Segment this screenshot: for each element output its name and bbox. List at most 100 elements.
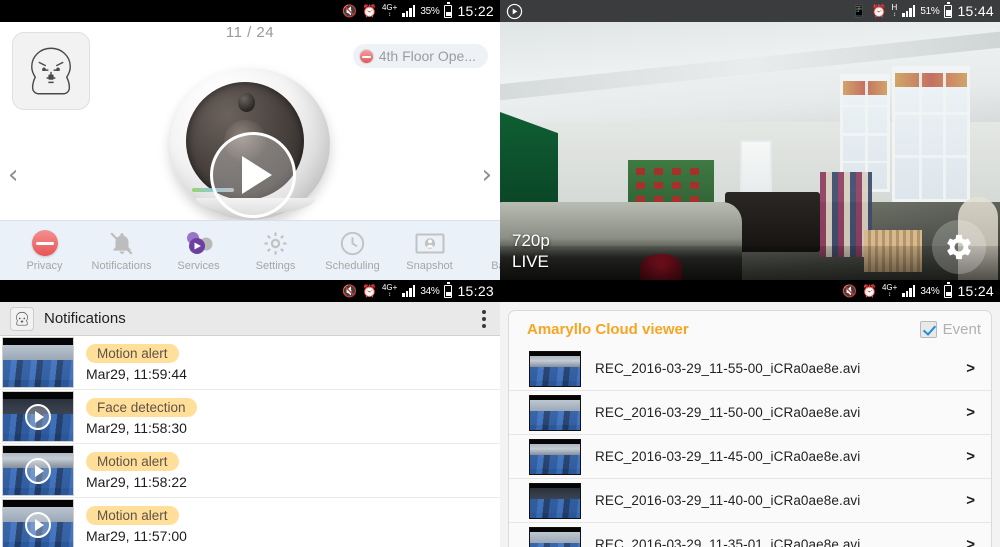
event-filter[interactable]: Event bbox=[919, 320, 981, 338]
cloud-viewer-header: Amaryllo Cloud viewer Event bbox=[509, 311, 991, 347]
chevron-right-icon[interactable]: > bbox=[966, 492, 975, 509]
notification-thumbnail[interactable] bbox=[2, 445, 74, 496]
page-title: Notifications bbox=[44, 310, 126, 327]
play-icon[interactable] bbox=[25, 457, 51, 484]
notification-thumbnail[interactable] bbox=[2, 337, 74, 388]
battery-percent: 34% bbox=[420, 285, 440, 297]
notification-meta: Face detection Mar29, 11:58:30 bbox=[74, 397, 492, 436]
recording-filename: REC_2016-03-29_11-35-01_iCRa0ae8e.avi bbox=[595, 537, 861, 547]
toolbar-item-privacy[interactable]: Privacy bbox=[6, 229, 83, 272]
services-icon bbox=[184, 229, 214, 257]
room-chip[interactable]: 4th Floor Ope... bbox=[352, 44, 488, 68]
recording-thumbnail[interactable] bbox=[529, 350, 581, 387]
video-quality-overlay[interactable]: 720p LIVE bbox=[512, 230, 550, 272]
notification-timestamp: Mar29, 11:58:30 bbox=[86, 419, 187, 436]
toolbar-item-notifications[interactable]: Notifications bbox=[83, 229, 160, 272]
room-chip-label: 4th Floor Ope... bbox=[378, 48, 476, 64]
signal-icon bbox=[402, 285, 416, 297]
recording-filename: REC_2016-03-29_11-45-00_iCRa0ae8e.avi bbox=[595, 449, 861, 464]
battery-icon bbox=[944, 2, 953, 18]
mute-icon: 🔇 bbox=[842, 284, 858, 298]
notification-row[interactable]: Motion alert Mar29, 11:57:00 bbox=[0, 498, 500, 547]
mute-icon: 🔇 bbox=[342, 4, 358, 18]
recording-filename: REC_2016-03-29_11-40-00_iCRa0ae8e.avi bbox=[595, 493, 861, 508]
amaryllo-logo bbox=[12, 32, 90, 110]
toolbar-item-background[interactable]: Backg bbox=[468, 229, 500, 272]
play-icon[interactable] bbox=[25, 511, 51, 538]
clock-icon bbox=[339, 229, 366, 257]
notification-row[interactable]: Motion alert Mar29, 11:59:44 bbox=[0, 336, 500, 390]
privacy-icon bbox=[31, 229, 58, 257]
battery-percent: 35% bbox=[420, 5, 440, 17]
toolbar-item-snapshot[interactable]: Snapshot bbox=[391, 229, 468, 272]
chevron-right-icon[interactable]: > bbox=[966, 536, 975, 547]
gear-icon bbox=[262, 229, 289, 257]
notification-row[interactable]: Face detection Mar29, 11:58:30 bbox=[0, 390, 500, 444]
battery-icon bbox=[944, 282, 953, 298]
live-view-panel: 📱 ⏰ H ↕ 51% 15:44 720p LIVE bbox=[500, 0, 1000, 280]
toolbar-label: Settings bbox=[255, 260, 296, 272]
video-bottom-shade bbox=[500, 246, 1000, 280]
camera-toolbar: Privacy Notifications Services Settings … bbox=[0, 220, 500, 280]
notification-type-badge: Motion alert bbox=[86, 505, 179, 525]
recording-row[interactable]: REC_2016-03-29_11-50-00_iCRa0ae8e.avi > bbox=[509, 391, 991, 435]
clock-label: 15:23 bbox=[457, 283, 494, 299]
notification-type-badge: Motion alert bbox=[86, 343, 179, 363]
toolbar-item-scheduling[interactable]: Scheduling bbox=[314, 229, 391, 272]
sim-icon: 📱 bbox=[851, 4, 867, 18]
battery-percent: 34% bbox=[920, 285, 940, 297]
notification-row[interactable]: Motion alert Mar29, 11:58:22 bbox=[0, 444, 500, 498]
video-mode-label: LIVE bbox=[512, 252, 549, 271]
screenshot-grid: 🔇 ⏰ 4G+ ↕ 35% 15:22 11 / 24 4th Floor Op… bbox=[0, 0, 1000, 547]
alarm-icon: ⏰ bbox=[871, 4, 887, 18]
page-title: Amaryllo Cloud viewer bbox=[527, 320, 689, 338]
chevron-right-icon[interactable]: > bbox=[966, 360, 975, 377]
toolbar-item-settings[interactable]: Settings bbox=[237, 229, 314, 272]
recording-filename: REC_2016-03-29_11-50-00_iCRa0ae8e.avi bbox=[595, 405, 861, 420]
recording-thumbnail[interactable] bbox=[529, 526, 581, 547]
recording-thumbnail[interactable] bbox=[529, 438, 581, 475]
toolbar-label: Snapshot bbox=[406, 260, 453, 272]
status-bar-camera-home: 🔇 ⏰ 4G+ ↕ 35% 15:22 bbox=[0, 0, 500, 22]
camera-device-illustration[interactable] bbox=[164, 68, 336, 236]
notification-type-badge: Face detection bbox=[86, 397, 197, 417]
recording-row[interactable]: REC_2016-03-29_11-45-00_iCRa0ae8e.avi > bbox=[509, 435, 991, 479]
signal-icon bbox=[902, 5, 916, 17]
recording-thumbnail[interactable] bbox=[529, 482, 581, 519]
video-window-right bbox=[892, 66, 970, 202]
overflow-menu-icon[interactable] bbox=[478, 306, 490, 332]
notification-meta: Motion alert Mar29, 11:57:00 bbox=[74, 505, 492, 544]
live-video-stream[interactable]: 720p LIVE bbox=[500, 22, 1000, 280]
prev-camera-arrow[interactable]: ‹ bbox=[8, 162, 18, 188]
notification-thumbnail[interactable] bbox=[2, 499, 74, 547]
camera-home-panel: 🔇 ⏰ 4G+ ↕ 35% 15:22 11 / 24 4th Floor Op… bbox=[0, 0, 500, 280]
notifications-header: Notifications bbox=[0, 302, 500, 336]
gear-icon bbox=[947, 234, 971, 260]
notification-thumbnail[interactable] bbox=[2, 391, 74, 442]
recording-row[interactable]: REC_2016-03-29_11-55-00_iCRa0ae8e.avi > bbox=[509, 347, 991, 391]
play-button[interactable] bbox=[210, 132, 296, 218]
notifications-panel: 🔇 ⏰ 4G+ ↕ 34% 15:23 Notifications Motion… bbox=[0, 280, 500, 547]
recording-row[interactable]: REC_2016-03-29_11-40-00_iCRa0ae8e.avi > bbox=[509, 479, 991, 523]
next-camera-arrow[interactable]: › bbox=[482, 162, 492, 188]
toolbar-label: Backg bbox=[491, 260, 500, 272]
toolbar-label: Notifications bbox=[91, 260, 152, 272]
toolbar-item-services[interactable]: Services bbox=[160, 229, 237, 272]
notification-meta: Motion alert Mar29, 11:58:22 bbox=[74, 451, 492, 490]
recording-row[interactable]: REC_2016-03-29_11-35-01_iCRa0ae8e.avi > bbox=[509, 523, 991, 547]
chevron-right-icon[interactable]: > bbox=[966, 448, 975, 465]
play-icon[interactable] bbox=[25, 403, 51, 430]
no-entry-icon bbox=[358, 48, 374, 64]
battery-icon bbox=[444, 2, 453, 18]
event-filter-label: Event bbox=[942, 320, 981, 338]
mute-icon: 🔇 bbox=[342, 284, 358, 298]
notification-type-badge: Motion alert bbox=[86, 451, 179, 471]
event-checkbox[interactable] bbox=[919, 320, 937, 338]
recording-thumbnail[interactable] bbox=[529, 394, 581, 431]
chevron-right-icon[interactable]: > bbox=[966, 404, 975, 421]
video-settings-button[interactable] bbox=[932, 220, 986, 274]
notification-timestamp: Mar29, 11:57:00 bbox=[86, 527, 187, 544]
alarm-icon: ⏰ bbox=[362, 4, 377, 18]
notifications-list[interactable]: Motion alert Mar29, 11:59:44 Face detect… bbox=[0, 336, 500, 547]
toolbar-label: Privacy bbox=[26, 260, 63, 272]
